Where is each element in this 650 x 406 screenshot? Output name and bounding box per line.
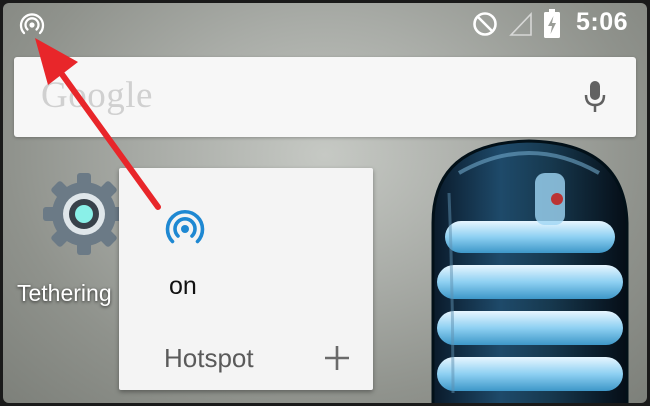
battery-charging-icon <box>544 9 560 38</box>
plus-icon[interactable] <box>322 343 352 373</box>
status-bar: 5:06 <box>3 3 647 45</box>
app-label-tethering[interactable]: Tethering <box>17 280 112 307</box>
signal-icon <box>509 12 532 36</box>
google-logo: Google <box>41 75 153 116</box>
mic-icon[interactable] <box>584 81 606 113</box>
gear-icon[interactable] <box>41 171 127 257</box>
do-not-disturb-icon <box>473 12 497 36</box>
hotspot-icon <box>19 13 45 35</box>
google-search-bar[interactable]: Google <box>14 57 636 137</box>
hotspot-widget-card[interactable]: on Hotspot <box>119 168 373 390</box>
hotspot-widget-title: Hotspot <box>164 343 254 373</box>
hotspot-icon <box>165 209 205 244</box>
status-clock: 5:06 <box>576 8 629 36</box>
home-screen: 5:06 Google Tethering on Hotspot <box>3 3 647 403</box>
wallpaper-bulb-image <box>431 139 629 403</box>
hotspot-state-label: on <box>169 272 197 300</box>
